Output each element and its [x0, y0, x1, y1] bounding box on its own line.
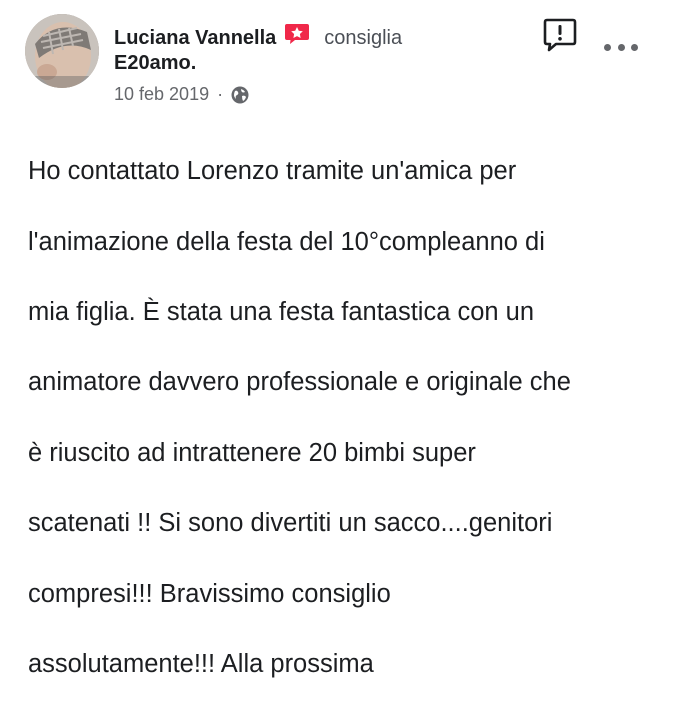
- page-name[interactable]: E20amo.: [114, 52, 196, 75]
- post-date[interactable]: 10 feb 2019: [114, 84, 209, 105]
- post-body-line: compresi!!! Bravissimo consiglio: [28, 579, 391, 608]
- report-icon: [543, 18, 577, 52]
- post-body: Ho contattato Lorenzo tramite un'amica p…: [28, 119, 668, 717]
- post-header: Luciana Vannella consiglia: [114, 24, 402, 52]
- post-body-line: l'animazione della festa del 10°complean…: [28, 227, 545, 256]
- post-body-line: Ho contattato Lorenzo tramite un'amica p…: [28, 157, 517, 186]
- recommend-verb: consiglia: [324, 26, 403, 49]
- globe-icon: [231, 86, 249, 104]
- post-body-line: animatore davvero professionale e origin…: [28, 368, 571, 397]
- report-button[interactable]: [542, 17, 578, 53]
- meta-separator: ·: [217, 84, 224, 104]
- post-body-line: mia figlia. È stata una festa fantastica…: [28, 298, 535, 327]
- more-options-icon: [617, 43, 625, 51]
- recommend-badge-icon: [284, 23, 310, 45]
- author-name[interactable]: Luciana Vannella: [114, 27, 276, 50]
- post-meta: 10 feb 2019 ·: [114, 84, 249, 105]
- recommendation-post: Luciana Vannella consiglia E20amo. 10 fe…: [0, 0, 700, 678]
- post-body-line: è riuscito ad intrattenere 20 bimbi supe…: [28, 438, 476, 467]
- post-body-line: assolutamente!!! Alla prossima: [28, 650, 374, 679]
- post-body-line: scatenati !! Si sono divertiti un sacco.…: [28, 509, 553, 538]
- more-options-button[interactable]: [604, 40, 638, 54]
- avatar[interactable]: [25, 14, 99, 88]
- more-options-icon: [631, 43, 638, 51]
- avatar-image: [25, 14, 99, 88]
- more-options-icon: [604, 43, 611, 51]
